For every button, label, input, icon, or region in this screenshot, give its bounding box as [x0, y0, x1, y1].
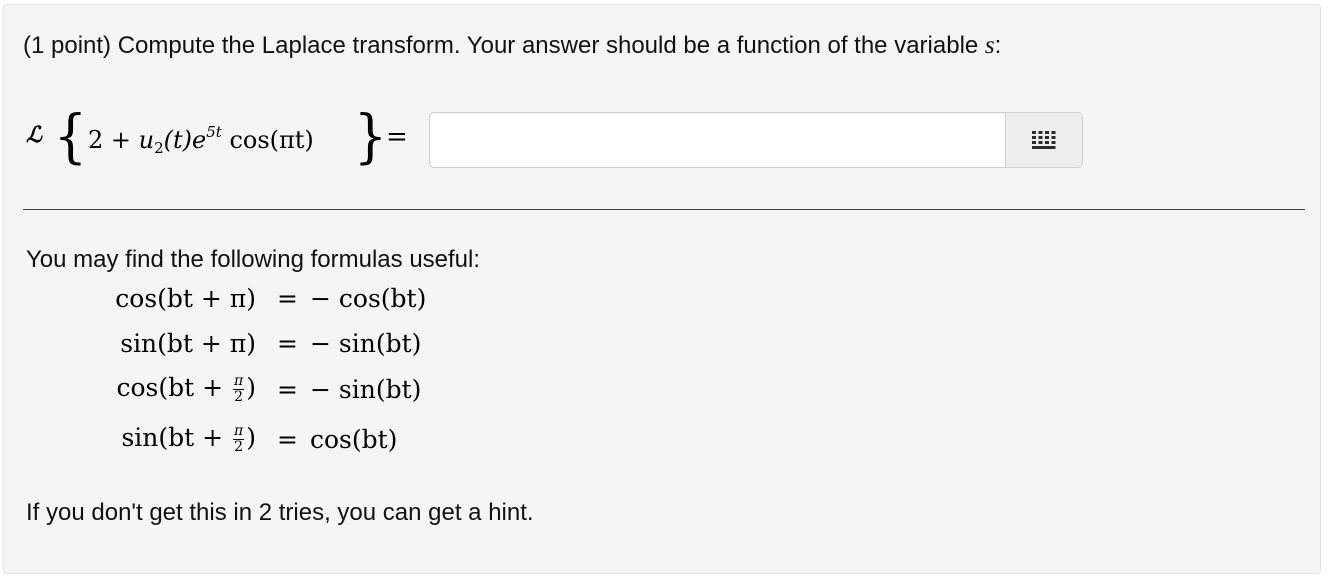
formula-lhs: sin(bt + π 2)	[121, 423, 256, 455]
formula-equals: =	[277, 284, 298, 313]
right-brace: }	[353, 102, 388, 170]
hint-text: If you don't get this in 2 tries, you ca…	[26, 499, 534, 526]
expression-equals: =	[386, 122, 408, 152]
formula-lhs-text: cos(bt + π)	[115, 284, 256, 313]
fraction-denominator: 2	[234, 439, 244, 455]
formula-lhs: cos(bt + π)	[115, 284, 256, 313]
formula-lhs: sin(bt + π)	[120, 329, 256, 358]
formula-lhs-text: cos(bt +	[116, 373, 232, 402]
formula-equals: =	[277, 329, 298, 358]
formula-rhs: − sin(bt)	[310, 329, 422, 358]
answer-input[interactable]	[429, 112, 1006, 168]
pi-over-two-fraction: π2	[233, 423, 245, 455]
formula-lhs: cos(bt + π 2)	[117, 373, 257, 405]
pi-over-two-fraction: π2	[233, 373, 245, 405]
section-divider	[23, 209, 1305, 210]
left-brace: {	[53, 102, 88, 170]
formula-equals: =	[277, 425, 298, 454]
laplace-operator: ℒ	[26, 122, 42, 148]
grid-icon	[1032, 131, 1056, 149]
formula-lhs-text: sin(bt +	[121, 423, 232, 452]
formula-lhs-close: )	[246, 373, 256, 402]
laplace-argument: 2 + u2(t)e5t cos(πt)	[88, 123, 314, 157]
formulas-heading: You may find the following formulas usef…	[26, 246, 481, 273]
expr-step-argument: (t)e	[163, 126, 207, 154]
equation-editor-button[interactable]	[1005, 112, 1083, 168]
formula-rhs: − sin(bt)	[310, 375, 422, 404]
expr-cosine: cos(πt)	[221, 126, 314, 154]
problem-panel: (1 point) Compute the Laplace transform.…	[3, 4, 1321, 574]
prompt-variable: s	[984, 32, 995, 59]
formula-lhs-text: sin(bt + π)	[120, 329, 256, 358]
expr-exponent: 5t	[206, 123, 222, 141]
expr-constant: 2 +	[88, 126, 139, 154]
formula-equals: =	[277, 375, 298, 404]
formula-rhs: cos(bt)	[310, 425, 398, 454]
prompt-end: :	[994, 32, 1002, 59]
expr-step-subscript: 2	[154, 139, 164, 157]
fraction-numerator: π	[233, 373, 245, 390]
problem-prompt: (1 point) Compute the Laplace transform.…	[23, 32, 1001, 60]
fraction-numerator: π	[233, 423, 245, 440]
formula-rhs: − cos(bt)	[310, 284, 427, 313]
fraction-denominator: 2	[234, 389, 244, 405]
expr-step-function: u	[138, 126, 155, 154]
formula-lhs-close: )	[246, 423, 256, 452]
prompt-text: (1 point) Compute the Laplace transform.…	[23, 32, 985, 59]
